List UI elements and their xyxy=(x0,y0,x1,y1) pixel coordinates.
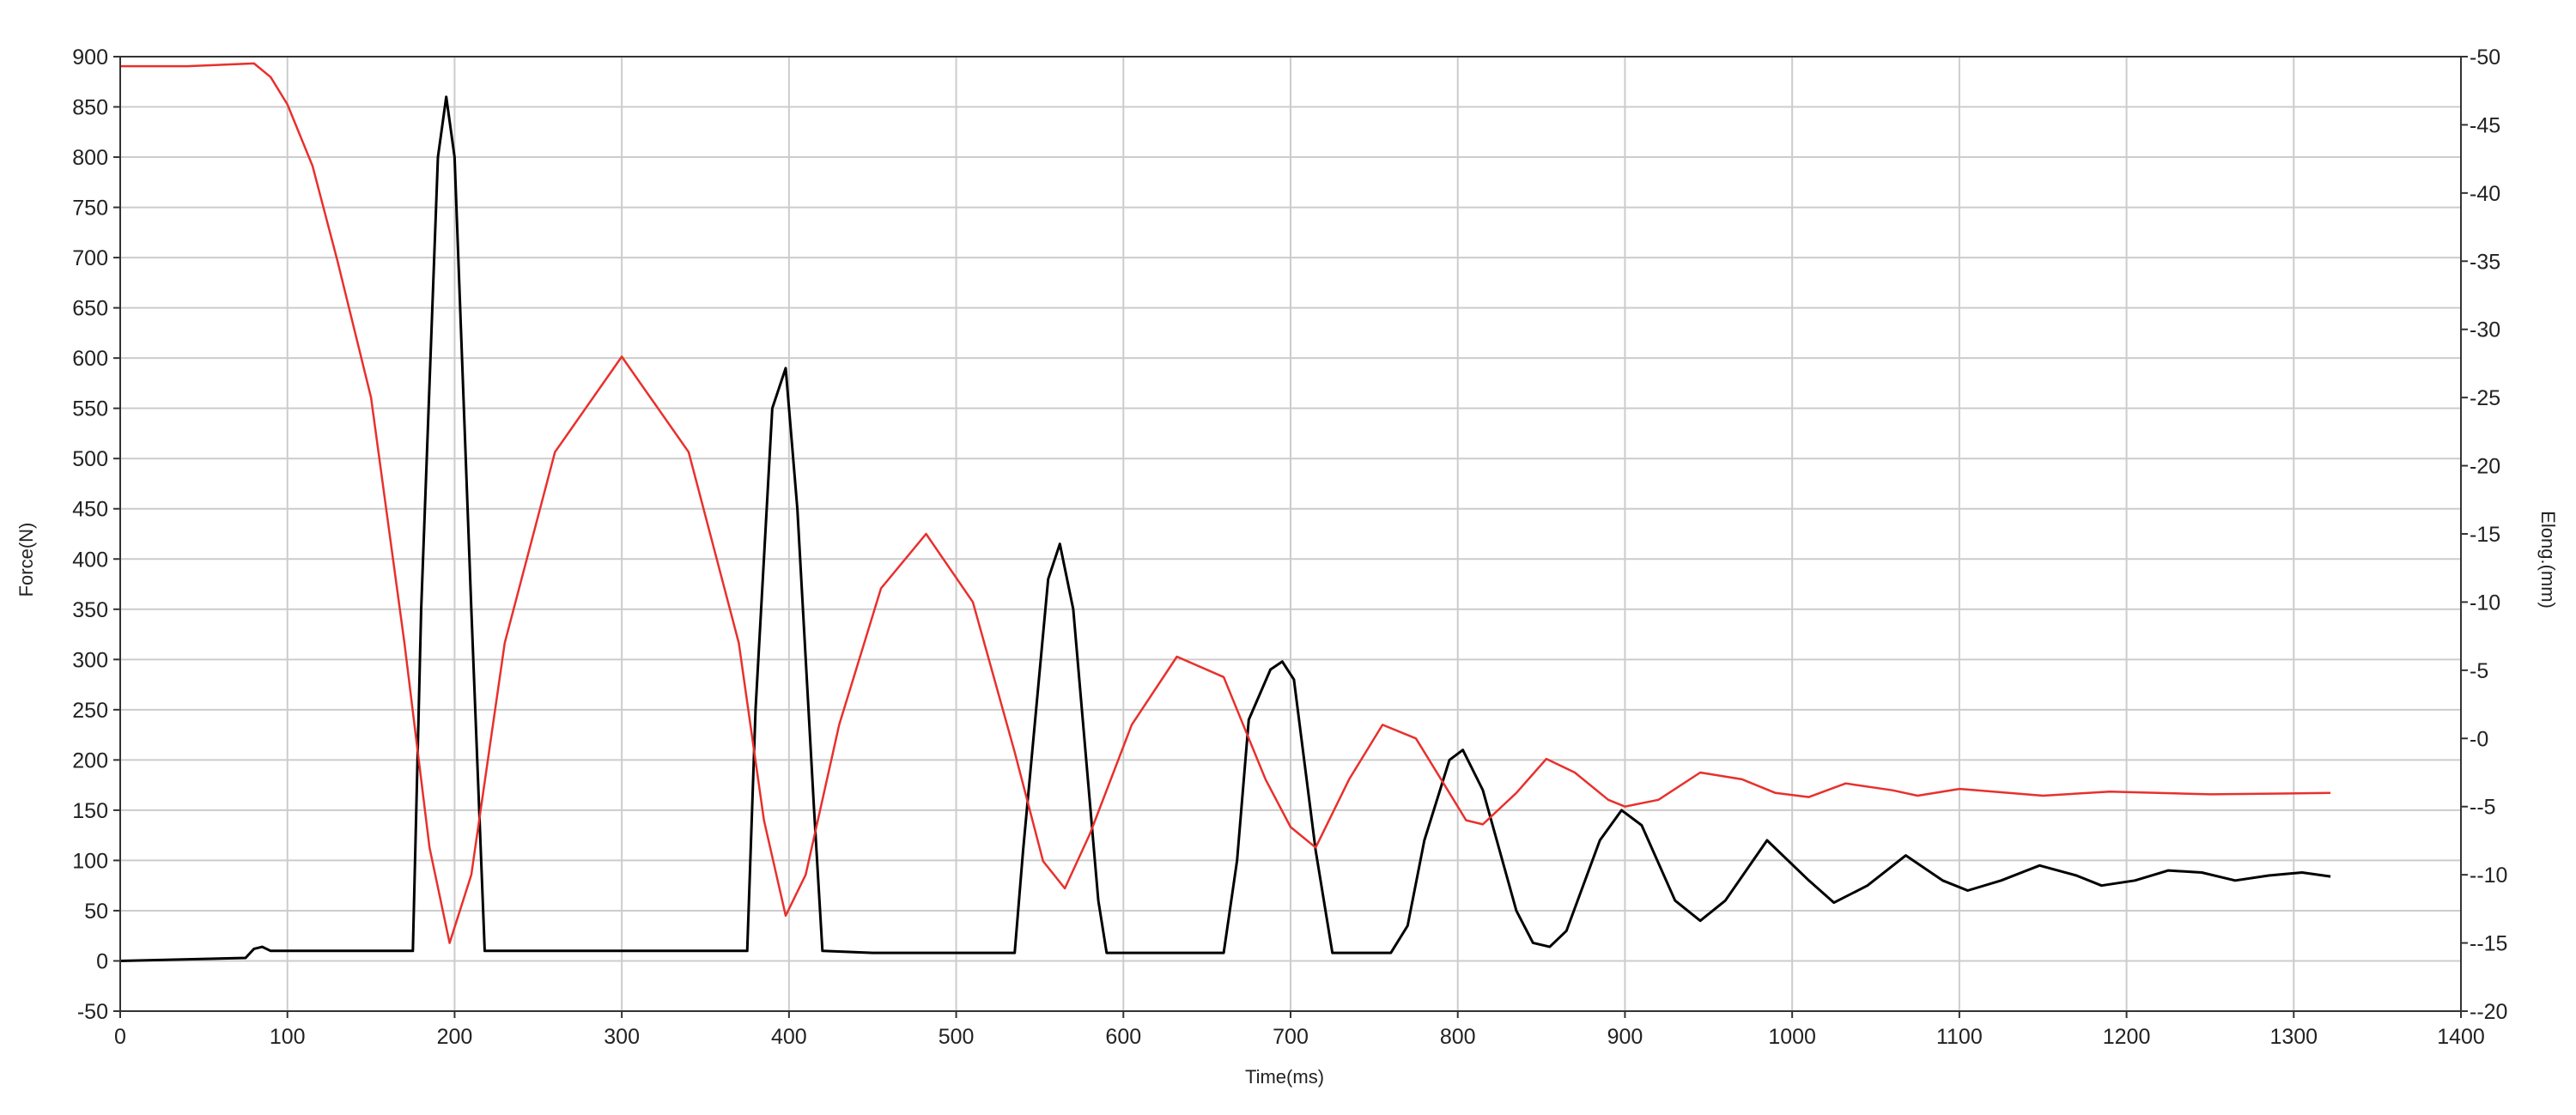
x-tick-label: 1300 xyxy=(2269,1025,2318,1049)
y2-tick-label: --15 xyxy=(2470,932,2507,956)
y2-tick-label: -45 xyxy=(2470,113,2500,137)
dual-axis-line-chart: 0 100 200 300 400 500 600 700 800 900 1000 1100 1200… xyxy=(15,45,2559,1088)
y-tick-label: 750 xyxy=(72,197,108,221)
x-tick-label: 900 xyxy=(1607,1025,1643,1049)
y-axis-title: Force(N) xyxy=(15,523,37,597)
y2-tick-label: -25 xyxy=(2470,386,2500,410)
y2-tick-label: -15 xyxy=(2470,523,2500,547)
y-tick-label: 900 xyxy=(72,45,108,70)
y-tick-label: 450 xyxy=(72,498,108,522)
y-tick-label: 600 xyxy=(72,347,108,371)
x-tick-label: 400 xyxy=(771,1025,807,1049)
y2-tick-label: -50 xyxy=(2470,45,2500,70)
y2-tick-label: -20 xyxy=(2470,455,2500,479)
y-tick-label: 350 xyxy=(72,598,108,622)
x-tick-label: 1000 xyxy=(1768,1025,1816,1049)
x-tick-label: 800 xyxy=(1440,1025,1476,1049)
y-tick-label: 400 xyxy=(72,548,108,572)
y2-tick-label: --20 xyxy=(2470,1000,2507,1024)
y-tick-label: 800 xyxy=(72,146,108,170)
y2-axis-title: Elong.(mm) xyxy=(2537,511,2559,609)
y2-tick-label: -5 xyxy=(2470,659,2488,683)
y-tick-label: 300 xyxy=(72,648,108,672)
y-tick-label: 200 xyxy=(72,748,108,773)
y-tick-label: 550 xyxy=(72,397,108,421)
y2-tick-label: -30 xyxy=(2470,318,2500,342)
y2-tick-label: -35 xyxy=(2470,250,2500,274)
chart-container: 0 100 200 300 400 500 600 700 800 900 1000 1100 1200… xyxy=(0,0,2576,1115)
y-tick-label: 150 xyxy=(72,799,108,823)
x-tick-label: 1100 xyxy=(1936,1025,1983,1049)
x-tick-label: 500 xyxy=(939,1025,975,1049)
y-tick-label: 50 xyxy=(84,900,108,924)
x-tick-label: 300 xyxy=(604,1025,640,1049)
x-tick-label: 100 xyxy=(270,1025,306,1049)
x-tick-label: 700 xyxy=(1273,1025,1309,1049)
y2-tick-label: --10 xyxy=(2470,864,2507,888)
y-tick-label: 0 xyxy=(96,949,108,973)
x-axis-title: Time(ms) xyxy=(1245,1066,1324,1088)
x-tick-label: 200 xyxy=(437,1025,473,1049)
x-tick-label: 600 xyxy=(1105,1025,1141,1049)
x-tick-label: 1400 xyxy=(2437,1025,2485,1049)
y-tick-label: 650 xyxy=(72,297,108,321)
y-tick-label: -50 xyxy=(77,1000,108,1024)
y-tick-label: 700 xyxy=(72,246,108,270)
x-tick-label: 0 xyxy=(114,1025,126,1049)
y-tick-label: 500 xyxy=(72,447,108,471)
y2-tick-label: -10 xyxy=(2470,591,2500,615)
y-tick-label: 850 xyxy=(72,96,108,120)
y-tick-label: 100 xyxy=(72,849,108,873)
x-tick-label: 1200 xyxy=(2103,1025,2151,1049)
y2-tick-label: -40 xyxy=(2470,182,2500,206)
y2-tick-label: -0 xyxy=(2470,727,2488,751)
y-tick-label: 250 xyxy=(72,699,108,723)
y2-tick-label: --5 xyxy=(2470,796,2496,820)
